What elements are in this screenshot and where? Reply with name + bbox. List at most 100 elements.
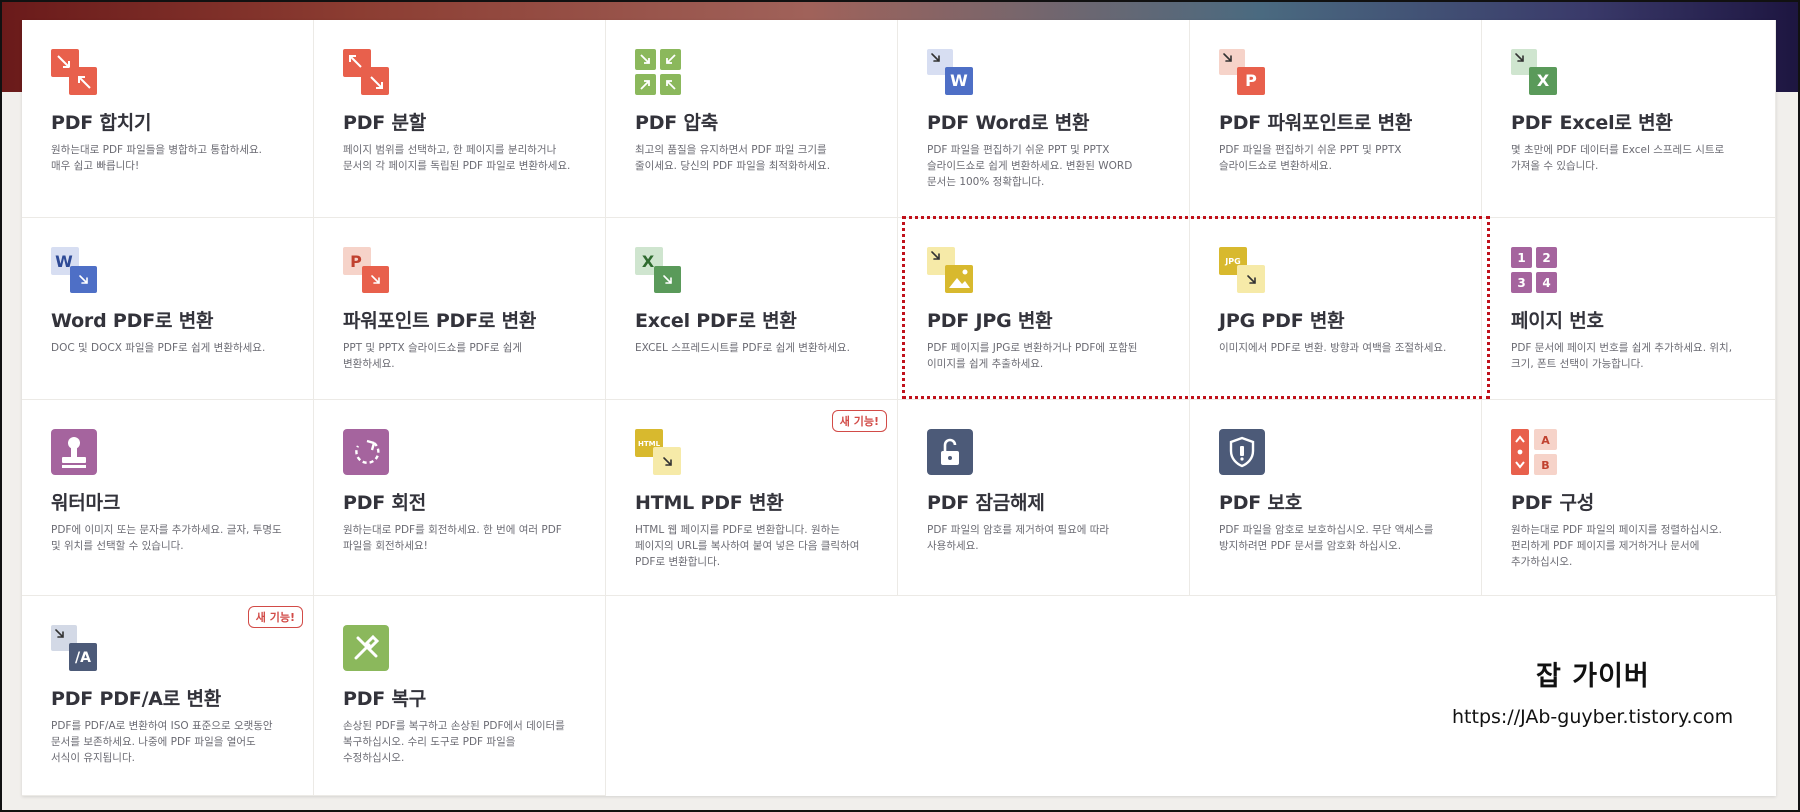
tool-card-compress[interactable]: PDF 압축최고의 품질을 유지하면서 PDF 파일 크기를 줄이세요. 당신의… <box>606 20 898 218</box>
tool-card-pdf-to-jpg[interactable]: PDF JPG 변환 PDF 페이지를 JPG로 변환하거나 PDF에 포함된 이… <box>898 218 1190 400</box>
tool-title: PDF 분할 <box>343 112 427 134</box>
watermark-url: https://JAb-guyber.tistory.com <box>1452 706 1734 728</box>
svg-text:JPG: JPG <box>1224 257 1240 266</box>
svg-text:HTML: HTML <box>638 440 661 448</box>
tool-card-split[interactable]: PDF 분할페이지 범위를 선택하고, 한 페이지를 분리하거나 문서의 각 페… <box>314 20 606 218</box>
tool-card-pdf-to-ppt[interactable]: P PDF 파워포인트로 변환 PDF 파일을 편집하기 쉬운 PPT 및 PPT… <box>1190 20 1482 218</box>
tool-description: 몇 초만에 PDF 데이터를 Excel 스프레드 시트로 가져올 수 있습니다… <box>1511 144 1725 172</box>
split-pdf-icon <box>343 49 389 95</box>
excel-to-pdf-icon: X <box>635 247 681 293</box>
svg-text:3: 3 <box>1517 276 1525 290</box>
tool-description: 손상된 PDF를 복구하고 손상된 PDF에서 데이터를 복구하십시오. 수리 … <box>343 720 565 764</box>
tool-title: 페이지 번호 <box>1511 310 1604 332</box>
compress-pdf-icon <box>635 49 681 95</box>
tool-description: HTML 웹 페이지를 PDF로 변환합니다. 원하는 페이지의 URL를 복사… <box>635 524 860 568</box>
tool-title: PDF PDF/A로 변환 <box>51 688 222 710</box>
tool-card-ppt-to-pdf[interactable]: P 파워포인트 PDF로 변환 PPT 및 PPTX 슬라이드쇼를 PDF로 쉽게… <box>314 218 606 400</box>
pdf-to-excel-icon: X <box>1511 49 1557 95</box>
tool-title: PDF 파워포인트로 변환 <box>1219 112 1413 134</box>
tool-description: PDF에 이미지 또는 문자를 추가하세요. 글자, 투명도 및 위치를 선택할… <box>51 524 282 552</box>
tool-description: PDF 문서에 페이지 번호를 쉽게 추가하세요. 위치, 크기, 폰트 선택이… <box>1511 342 1733 370</box>
tool-description: PDF 파일을 편집하기 쉬운 PPT 및 PPTX 슬라이드쇼로 변환하세요. <box>1219 144 1402 172</box>
organize-pages-icon: A B <box>1511 429 1557 475</box>
tool-description: PPT 및 PPTX 슬라이드쇼를 PDF로 쉽게 변환하세요. <box>343 342 523 370</box>
tool-card-merge[interactable]: PDF 합치기원하는대로 PDF 파일들을 병합하고 통합하세요. 매우 쉽고 … <box>22 20 314 218</box>
svg-text:A: A <box>1541 434 1550 447</box>
tools-panel: PDF 합치기원하는대로 PDF 파일들을 병합하고 통합하세요. 매우 쉽고 … <box>22 20 1776 796</box>
tool-card-rotate[interactable]: PDF 회전원하는대로 PDF를 회전하세요. 한 번에 여러 PDF 파일을 … <box>314 400 606 596</box>
tool-description: 이미지에서 PDF로 변환. 방향과 여백을 조절하세요. <box>1219 342 1447 354</box>
tool-title: Word PDF로 변환 <box>51 310 214 332</box>
tool-description: 원하는대로 PDF 파일들을 병합하고 통합하세요. 매우 쉽고 빠릅니다! <box>51 144 263 172</box>
pdf-to-word-icon: W <box>927 49 973 95</box>
tool-card-protect[interactable]: PDF 보호 PDF 파일을 암호로 보호하십시오. 무단 액세스를 방지하려면 … <box>1190 400 1482 596</box>
tool-card-html-to-pdf[interactable]: HTML HTML PDF 변환 HTML 웹 페이지를 PDF로 변환합니다. … <box>606 400 898 596</box>
shield-icon <box>1219 429 1265 475</box>
svg-text:X: X <box>642 252 655 271</box>
tool-card-repair[interactable]: PDF 복구손상된 PDF를 복구하고 손상된 PDF에서 데이터를 복구하십시… <box>314 596 606 796</box>
watermark-stamp-icon <box>51 429 97 475</box>
new-feature-badge: 새 기능! <box>247 606 303 628</box>
tool-description: PDF 파일을 편집하기 쉬운 PPT 및 PPTX 슬라이드쇼로 쉽게 변환하… <box>927 144 1133 188</box>
tool-title: 파워포인트 PDF로 변환 <box>343 310 537 332</box>
tool-card-organize[interactable]: A B PDF 구성원하는대로 PDF 파일의 페이지를 정렬하십시오. 편리하게… <box>1482 400 1776 596</box>
rotate-icon <box>343 429 389 475</box>
tool-title: PDF 압축 <box>635 112 719 134</box>
watermark-title: 잡 가이버 <box>1536 661 1650 692</box>
svg-text:W: W <box>950 71 968 90</box>
tool-description: PDF 페이지를 JPG로 변환하거나 PDF에 포함된 이미지를 쉽게 추출하… <box>927 342 1138 370</box>
tool-description: PDF 파일을 암호로 보호하십시오. 무단 액세스를 방지하려면 PDF 문서… <box>1219 524 1434 552</box>
tool-title: PDF 보호 <box>1219 492 1303 514</box>
tool-card-unlock[interactable]: PDF 잠금해제 PDF 파일의 암호를 제거하여 필요에 따라 사용하세요. <box>898 400 1190 596</box>
tool-description: PDF 파일의 암호를 제거하여 필요에 따라 사용하세요. <box>927 524 1110 552</box>
tool-title: PDF 합치기 <box>51 112 152 134</box>
html-to-pdf-icon: HTML <box>635 429 681 475</box>
tool-card-word-to-pdf[interactable]: W Word PDF로 변환 DOC 및 DOCX 파일을 PDF로 쉽게 변환하… <box>22 218 314 400</box>
svg-text:X: X <box>1537 71 1550 90</box>
svg-text:2: 2 <box>1542 251 1550 265</box>
svg-text:B: B <box>1541 459 1549 472</box>
tool-title: HTML PDF 변환 <box>635 492 784 514</box>
tool-card-excel-to-pdf[interactable]: X Excel PDF로 변환 EXCEL 스프레드시트를 PDF로 쉽게 변환하… <box>606 218 898 400</box>
tool-title: PDF 회전 <box>343 492 427 514</box>
tool-description: 최고의 품질을 유지하면서 PDF 파일 크기를 줄이세요. 당신의 PDF 파… <box>635 144 831 172</box>
tool-description: EXCEL 스프레드시트를 PDF로 쉽게 변환하세요. <box>635 342 850 354</box>
new-feature-badge: 새 기능! <box>831 410 887 432</box>
tool-card-page-numbers[interactable]: 1 2 3 4 페이지 번호 PDF 문서에 페이지 번호를 쉽게 추가하세요. 위치, … <box>1482 218 1776 400</box>
pdf-to-powerpoint-icon: P <box>1219 49 1265 95</box>
tool-card-pdf-to-excel[interactable]: X PDF Excel로 변환몇 초만에 PDF 데이터를 Excel 스프레드… <box>1482 20 1776 218</box>
tool-description: 원하는대로 PDF 파일의 페이지를 정렬하십시오. 편리하게 PDF 페이지를… <box>1511 524 1723 568</box>
page-numbers-icon: 1 2 3 4 <box>1511 247 1557 293</box>
tool-title: PDF Word로 변환 <box>927 112 1090 134</box>
merge-pdf-icon <box>51 49 97 95</box>
tool-title: PDF 잠금해제 <box>927 492 1045 514</box>
tool-title: JPG PDF 변환 <box>1219 310 1345 332</box>
unlock-icon <box>927 429 973 475</box>
tool-title: PDF 구성 <box>1511 492 1595 514</box>
tools-grid: PDF 합치기원하는대로 PDF 파일들을 병합하고 통합하세요. 매우 쉽고 … <box>22 20 1776 796</box>
tool-description: 페이지 범위를 선택하고, 한 페이지를 분리하거나 문서의 각 페이지를 독립… <box>343 144 571 172</box>
tool-description: PDF를 PDF/A로 변환하여 ISO 표준으로 오랫동안 문서를 보존하세요… <box>51 720 273 764</box>
svg-text:4: 4 <box>1542 276 1550 290</box>
pdf-to-jpg-icon <box>927 247 973 293</box>
svg-text:P: P <box>350 252 362 271</box>
pdf-to-pdfa-icon: /A <box>51 625 97 671</box>
powerpoint-to-pdf-icon: P <box>343 247 389 293</box>
tool-description: DOC 및 DOCX 파일을 PDF로 쉽게 변환하세요. <box>51 342 266 354</box>
tool-card-pdf-to-pdfa[interactable]: /A PDF PDF/A로 변환 PDF를 PDF/A로 변환하여 ISO 표준으… <box>22 596 314 796</box>
tool-title: PDF JPG 변환 <box>927 310 1053 332</box>
word-to-pdf-icon: W <box>51 247 97 293</box>
tool-title: 워터마크 <box>51 492 121 514</box>
tool-card-pdf-to-word[interactable]: W PDF Word로 변환 PDF 파일을 편집하기 쉬운 PPT 및 PPTX… <box>898 20 1190 218</box>
tool-card-watermark[interactable]: 워터마크 PDF에 이미지 또는 문자를 추가하세요. 글자, 투명도 및 위치를… <box>22 400 314 596</box>
tool-title: PDF Excel로 변환 <box>1511 112 1673 134</box>
tool-title: Excel PDF로 변환 <box>635 310 797 332</box>
svg-text:/A: /A <box>75 650 91 666</box>
repair-tools-icon <box>343 625 389 671</box>
svg-text:1: 1 <box>1517 251 1525 265</box>
tool-title: PDF 복구 <box>343 688 427 710</box>
jpg-to-pdf-icon: JPG <box>1219 247 1265 293</box>
svg-text:P: P <box>1245 71 1257 90</box>
tool-card-jpg-to-pdf[interactable]: JPG JPG PDF 변환이미지에서 PDF로 변환. 방향과 여백을 조절하… <box>1190 218 1482 400</box>
tool-description: 원하는대로 PDF를 회전하세요. 한 번에 여러 PDF 파일을 회전하세요! <box>343 524 562 552</box>
